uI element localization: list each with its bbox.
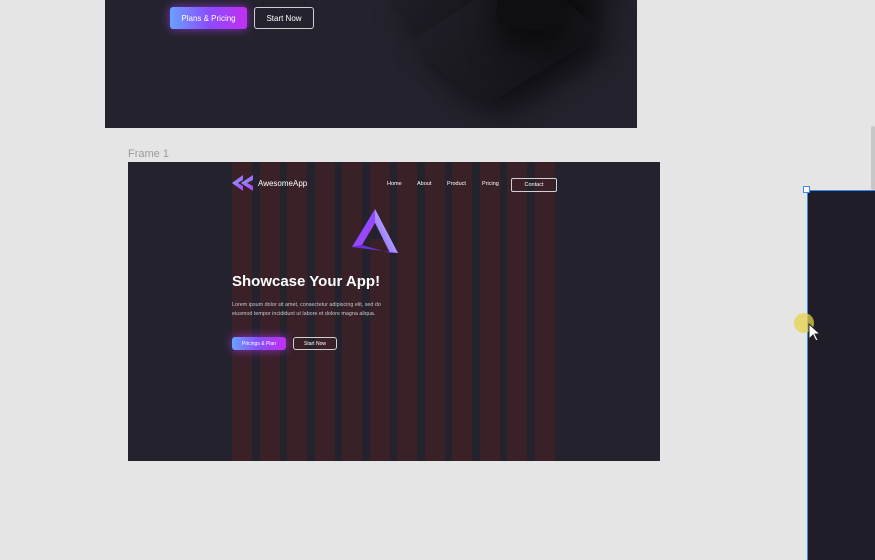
layout-grid-column xyxy=(425,162,445,461)
logo-text: AwesomeApp xyxy=(258,178,308,188)
layout-grid-column xyxy=(397,162,417,461)
nav-about[interactable]: About xyxy=(417,181,431,187)
nav-product[interactable]: Product xyxy=(447,181,466,187)
contact-button[interactable]: Contact xyxy=(511,178,557,192)
hero-body-text: Lorem ipsum dolor sit amet, consectetur … xyxy=(232,302,381,317)
app-logo[interactable]: AwesomeApp xyxy=(232,173,307,193)
pricing-plan-button[interactable]: Pricings & Plan xyxy=(232,337,286,350)
hero-headline: Showcase Your App! xyxy=(232,273,381,290)
top-frame[interactable]: Plans & Pricing Start Now xyxy=(105,0,637,128)
double-chevron-left-logo-icon xyxy=(232,175,253,191)
pointer-cursor-icon xyxy=(794,313,822,342)
nav-pricing[interactable]: Pricing xyxy=(482,181,499,187)
pointer-cursor xyxy=(792,310,822,345)
start-now-button[interactable]: Start Now xyxy=(254,7,314,29)
frame-label[interactable]: Frame 1 xyxy=(128,148,169,160)
selected-frame[interactable] xyxy=(807,190,875,560)
vertical-scrollbar[interactable] xyxy=(871,126,875,190)
plans-pricing-button[interactable]: Plans & Pricing xyxy=(170,7,247,29)
layout-grid-column xyxy=(535,162,555,461)
impossible-triangle-graphic-icon xyxy=(352,209,398,253)
frame-1[interactable]: AwesomeApp Home About Product Pricing Co… xyxy=(128,162,660,461)
layout-grid-column xyxy=(452,162,472,461)
layout-grid-column xyxy=(480,162,500,461)
layout-grid-column xyxy=(507,162,527,461)
start-now-button[interactable]: Start Now xyxy=(293,337,337,350)
nav-home[interactable]: Home xyxy=(387,181,402,187)
resize-handle[interactable] xyxy=(803,186,810,193)
